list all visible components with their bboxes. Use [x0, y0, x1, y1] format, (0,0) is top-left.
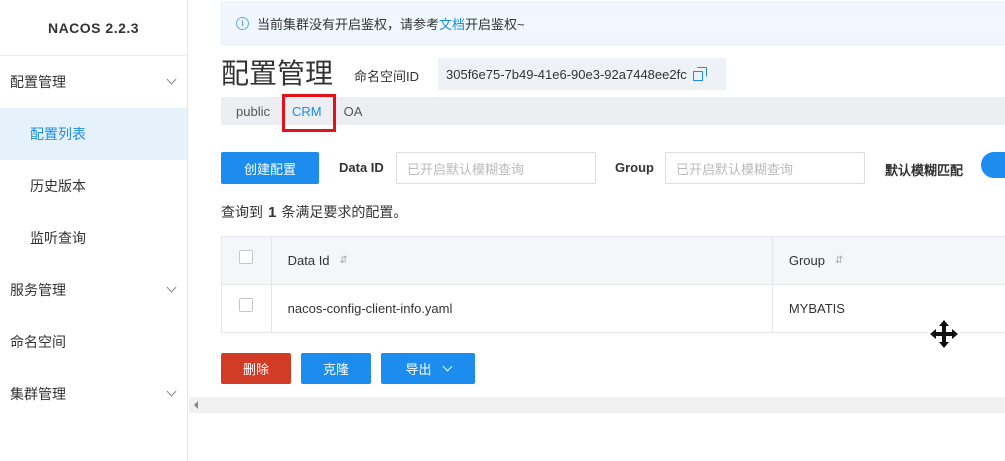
nav-group-config-management[interactable]: 配置管理 — [0, 56, 187, 108]
row-checkbox[interactable] — [239, 297, 254, 312]
group-label: Group — [615, 160, 654, 175]
namespace-tab-oa[interactable]: OA — [344, 104, 363, 119]
chevron-down-icon — [167, 77, 177, 87]
column-header-label: Data Id — [287, 253, 330, 268]
notice-text-end: 开启鉴权~ — [465, 17, 525, 32]
nav-group-service-management[interactable]: 服务管理 — [0, 264, 187, 316]
sort-icon[interactable]: ⇵ — [340, 255, 348, 266]
horizontal-scrollbar[interactable] — [189, 397, 1005, 413]
table-row: nacos-config-client-info.yaml MYBATIS — [221, 285, 1005, 333]
column-header-label: Group — [788, 253, 825, 268]
namespace-id-label: 命名空间ID — [354, 69, 420, 84]
export-label: 导出 — [405, 362, 432, 377]
clone-button[interactable]: 克隆 — [301, 353, 371, 384]
config-table: Data Id ⇵ Group ⇵ nacos-config-client-in… — [221, 236, 1005, 333]
chevron-down-icon — [442, 361, 452, 372]
info-icon: i — [236, 17, 249, 30]
namespace-id-box: 305f6e75-7b49-41e6-90e3-92a7448ee2fc — [438, 58, 726, 90]
sidebar: NACOS 2.2.3 配置管理 配置列表 历史版本 监听查询 服务管理 命名空… — [0, 0, 188, 461]
copy-icon[interactable] — [692, 67, 707, 81]
namespace-tabs: public CRM OA — [221, 93, 1005, 132]
delete-button[interactable]: 删除 — [221, 353, 291, 384]
brand-logo: NACOS 2.2.3 — [0, 0, 187, 56]
nav-group-label: 配置管理 — [10, 74, 66, 90]
main-content: i 当前集群没有开启鉴权，请参考 文档 开启鉴权~ 配置管理 命名空间ID 30… — [189, 0, 1005, 461]
result-count: 1 — [268, 204, 277, 221]
data-id-label: Data ID — [339, 160, 384, 175]
nav-item-namespace[interactable]: 命名空间 — [0, 316, 187, 368]
nav-group-label: 命名空间 — [10, 334, 66, 350]
row-data-id: nacos-config-client-info.yaml — [272, 285, 773, 332]
nav-group-cluster-management[interactable]: 集群管理 — [0, 368, 187, 420]
auth-notice: i 当前集群没有开启鉴权，请参考 文档 开启鉴权~ — [221, 2, 1005, 45]
create-config-button[interactable]: 创建配置 — [221, 152, 319, 184]
select-all-cell — [222, 237, 272, 284]
chevron-down-icon — [167, 285, 177, 295]
result-summary: 查询到 1 条满足要求的配置。 — [221, 202, 407, 222]
move-cursor-icon — [928, 318, 960, 350]
group-input[interactable]: 已开启默认模糊查询 — [665, 152, 865, 184]
select-all-checkbox[interactable] — [239, 249, 254, 264]
nav-item-history[interactable]: 历史版本 — [0, 160, 187, 212]
scroll-left-arrow-icon[interactable] — [194, 401, 198, 409]
data-id-input[interactable]: 已开启默认模糊查询 — [396, 152, 596, 184]
namespace-tab-crm[interactable]: CRM — [282, 93, 336, 132]
namespace-id-value: 305f6e75-7b49-41e6-90e3-92a7448ee2fc — [446, 66, 687, 82]
result-suffix: 条满足要求的配置。 — [281, 204, 408, 220]
fuzzy-match-toggle[interactable] — [981, 152, 1005, 178]
page-title: 配置管理 — [221, 58, 334, 89]
export-button[interactable]: 导出 — [381, 353, 475, 384]
row-select-cell — [222, 285, 272, 332]
fuzzy-match-label: 默认模糊匹配 — [885, 163, 964, 178]
column-header-data-id[interactable]: Data Id ⇵ — [272, 237, 773, 284]
namespace-tab-public[interactable]: public — [236, 104, 270, 119]
row-group: MYBATIS — [788, 301, 845, 316]
sort-icon[interactable]: ⇵ — [835, 255, 843, 266]
nav-group-label: 服务管理 — [10, 282, 66, 298]
column-header-group[interactable]: Group ⇵ — [773, 237, 1005, 284]
nav-group-label: 集群管理 — [10, 386, 66, 402]
nav-item-config-list[interactable]: 配置列表 — [0, 108, 187, 160]
result-prefix: 查询到 — [221, 204, 263, 220]
docs-link[interactable]: 文档 — [439, 14, 465, 33]
nav-item-listener-query[interactable]: 监听查询 — [0, 212, 187, 264]
notice-text: 当前集群没有开启鉴权，请参考 — [257, 17, 440, 32]
chevron-down-icon — [167, 389, 177, 399]
table-header: Data Id ⇵ Group ⇵ — [221, 237, 1005, 285]
